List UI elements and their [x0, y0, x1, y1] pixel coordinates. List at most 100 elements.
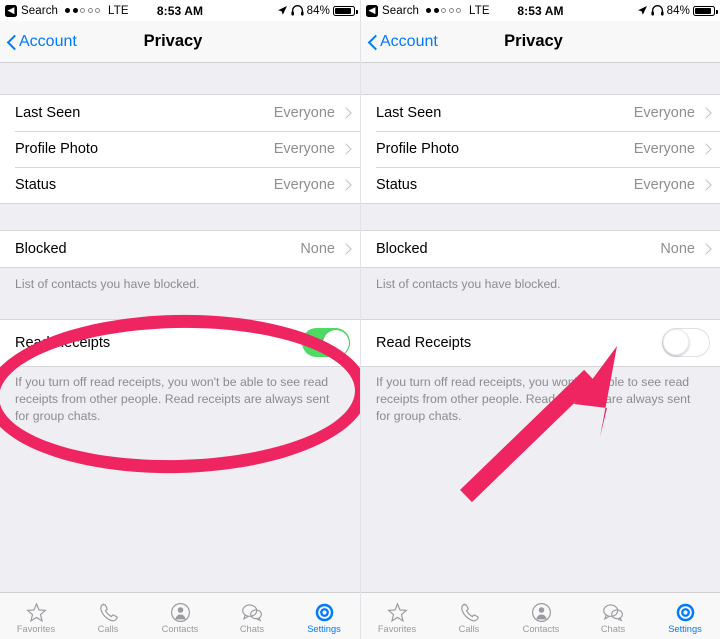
- row-profile-photo[interactable]: Profile Photo Everyone: [361, 131, 720, 167]
- status-bar-left: ◀ Search LTE 8:53 AM 84%: [0, 0, 360, 21]
- row-label: Last Seen: [376, 105, 442, 121]
- tab-label: Favorites: [16, 623, 56, 634]
- tab-label: Contacts: [161, 623, 199, 634]
- row-status[interactable]: Status Everyone: [0, 167, 360, 203]
- battery-percent-label: 84%: [666, 4, 690, 17]
- privacy-settings-group: Last Seen Everyone Profile Photo Everyon…: [0, 94, 360, 204]
- row-blocked[interactable]: Blocked None: [0, 231, 360, 267]
- row-label: Status: [15, 177, 57, 193]
- tab-label: Contacts: [522, 623, 560, 634]
- row-label: Blocked: [376, 241, 428, 257]
- row-value: None: [660, 241, 695, 257]
- battery-icon: [333, 5, 358, 16]
- status-bar-right-group: 84%: [637, 0, 718, 21]
- page-title: Privacy: [504, 32, 563, 50]
- tab-label: Chats: [239, 623, 265, 634]
- top-spacer: [361, 63, 720, 94]
- tab-calls[interactable]: Calls: [433, 593, 505, 639]
- row-label: Last Seen: [15, 105, 81, 121]
- tab-chats[interactable]: Chats: [216, 593, 288, 639]
- chevron-right-icon: [702, 107, 710, 120]
- nav-bar-left: Account Privacy: [0, 21, 360, 63]
- tab-label: Calls: [97, 623, 119, 634]
- row-profile-photo[interactable]: Profile Photo Everyone: [0, 131, 360, 167]
- row-blocked[interactable]: Blocked None: [361, 231, 720, 267]
- row-value: Everyone: [633, 177, 695, 193]
- row-label: Profile Photo: [376, 141, 460, 157]
- phone-icon: [98, 599, 119, 623]
- read-receipts-toggle-right[interactable]: [662, 328, 710, 358]
- tab-calls[interactable]: Calls: [72, 593, 144, 639]
- row-label: Profile Photo: [15, 141, 99, 157]
- battery-percent-label: 84%: [306, 4, 330, 17]
- blocked-group: Blocked None: [361, 230, 720, 268]
- row-label: Status: [376, 177, 418, 193]
- gear-icon: [675, 599, 696, 623]
- row-value: Everyone: [273, 141, 335, 157]
- location-arrow-icon: [637, 6, 647, 15]
- privacy-settings-group: Last Seen Everyone Profile Photo Everyon…: [361, 94, 720, 204]
- tab-label: Settings: [307, 623, 341, 634]
- read-receipts-row-left[interactable]: Read Receipts: [0, 319, 360, 366]
- read-receipts-group: Read Receipts: [0, 318, 360, 367]
- gear-icon: [314, 599, 335, 623]
- top-spacer: [0, 63, 360, 94]
- screenshot-root: ◀ Search LTE 8:53 AM 84% Account Privacy: [0, 0, 720, 639]
- chevron-right-icon: [702, 143, 710, 156]
- phone-screen-after: ◀ Search LTE 8:53 AM 84% Account Privacy: [360, 0, 720, 639]
- read-receipts-group: Read Receipts: [361, 318, 720, 367]
- row-value: Everyone: [633, 141, 695, 157]
- tab-label: Calls: [458, 623, 480, 634]
- chevron-right-icon: [702, 179, 710, 192]
- row-last-seen[interactable]: Last Seen Everyone: [361, 95, 720, 131]
- tab-settings[interactable]: Settings: [649, 593, 720, 639]
- chevron-right-icon: [342, 243, 350, 256]
- star-icon: [386, 599, 408, 623]
- chevron-right-icon: [342, 179, 350, 192]
- person-icon: [531, 599, 552, 623]
- tab-bar-left: Favorites Calls Contacts Chats Settings: [0, 592, 360, 639]
- row-label: Blocked: [15, 241, 67, 257]
- nav-bar-right: Account Privacy: [361, 21, 720, 63]
- tab-favorites[interactable]: Favorites: [361, 593, 433, 639]
- tab-settings[interactable]: Settings: [288, 593, 360, 639]
- chevron-right-icon: [342, 107, 350, 120]
- tab-chats[interactable]: Chats: [577, 593, 649, 639]
- read-receipts-footer-text: If you turn off read receipts, you won't…: [15, 374, 330, 423]
- tab-bar-right: Favorites Calls Contacts Chats Settings: [361, 592, 720, 639]
- battery-icon: [693, 5, 718, 16]
- chat-bubbles-icon: [241, 599, 263, 623]
- tab-contacts[interactable]: Contacts: [505, 593, 577, 639]
- row-status[interactable]: Status Everyone: [361, 167, 720, 203]
- headphones-icon: [651, 5, 664, 16]
- settings-content-right: Last Seen Everyone Profile Photo Everyon…: [361, 63, 720, 592]
- row-value: Everyone: [273, 105, 335, 121]
- row-value: Everyone: [273, 177, 335, 193]
- chat-bubbles-icon: [602, 599, 624, 623]
- blocked-footer-text: List of contacts you have blocked.: [376, 277, 561, 291]
- tab-label: Chats: [600, 623, 626, 634]
- row-label: Read Receipts: [15, 334, 111, 351]
- tab-contacts[interactable]: Contacts: [144, 593, 216, 639]
- status-bar-right-group: 84%: [277, 0, 358, 21]
- read-receipts-row-right[interactable]: Read Receipts: [361, 319, 720, 366]
- row-last-seen[interactable]: Last Seen Everyone: [0, 95, 360, 131]
- phone-screen-before: ◀ Search LTE 8:53 AM 84% Account Privacy: [0, 0, 360, 639]
- row-value: None: [300, 241, 335, 257]
- person-icon: [170, 599, 191, 623]
- chevron-right-icon: [702, 243, 710, 256]
- headphones-icon: [291, 5, 304, 16]
- blocked-group: Blocked None: [0, 230, 360, 268]
- location-arrow-icon: [277, 6, 287, 15]
- read-receipts-toggle-left[interactable]: [302, 328, 350, 358]
- tab-favorites[interactable]: Favorites: [0, 593, 72, 639]
- chevron-right-icon: [342, 143, 350, 156]
- star-icon: [25, 599, 47, 623]
- settings-content-left: Last Seen Everyone Profile Photo Everyon…: [0, 63, 360, 592]
- page-title: Privacy: [143, 32, 203, 50]
- row-label: Read Receipts: [376, 334, 472, 351]
- phone-icon: [459, 599, 480, 623]
